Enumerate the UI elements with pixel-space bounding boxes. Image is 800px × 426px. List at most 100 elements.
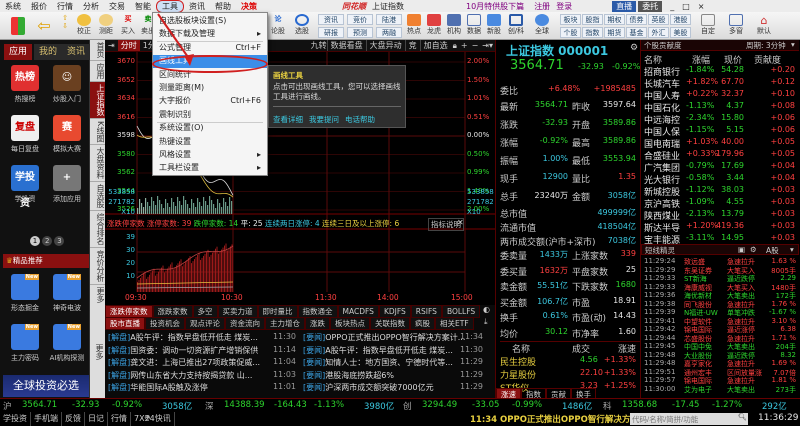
news-tab[interactable]: 主力增仓 [265,317,305,330]
data-button[interactable]: 数据 [464,14,484,38]
spirit-row[interactable]: 11:30:00 艾为电子 大笔卖出 273手 [644,385,799,394]
dragon-tiger-button[interactable]: 龙虎 [424,14,444,38]
contrib-row[interactable]: 招商银行 -1.84% 54.28 +0.20 [644,65,799,78]
bottom-item[interactable]: 反馈 [62,412,85,426]
news-item[interactable]: [解盘]华能国际A股触及涨停 11:01 [108,382,296,393]
tab-intraday[interactable]: 分时 [117,40,140,51]
home-grid-button[interactable] [6,14,30,38]
news-ticker[interactable]: 11:34 OPPO正式推出OPPO智行解决方案计划2025 [470,413,630,425]
stock-picker-button[interactable]: 选股 [290,14,314,38]
lock-icon[interactable]: 🔒︎ [451,41,459,51]
news-tab[interactable]: 涨跌 [305,317,330,330]
index-price[interactable]: 1358.68 [622,400,657,410]
vtab-item[interactable]: 综合排名 [90,211,105,249]
tools-menu-item[interactable]: 热键设置 [153,136,267,149]
index-price[interactable]: 3564.71 [22,400,57,410]
news-item[interactable]: [解盘]A股午评：指数早盘低开低走 煤炭... 11:30 [108,332,296,343]
market-button[interactable]: 期货 [604,27,625,38]
page-2[interactable]: 2 [42,236,53,246]
hk-connect-button[interactable]: 陆港 [376,14,402,25]
tool-market-move[interactable]: 大盘异动 [365,40,405,51]
contrib-row[interactable]: 广汽集团 -0.79% 17.69 +0.04 [644,161,799,174]
news-tab[interactable]: 投资机会 [145,317,185,330]
tools-menu-item[interactable]: 震制识别 [153,109,267,122]
vtab-item[interactable]: 应用 [90,61,105,82]
tool-add-watch[interactable]: 加自选 [419,40,451,51]
tools-menu-item[interactable]: 测量距离(M) [153,82,267,95]
bottom-item[interactable]: 7X24快讯 [131,412,175,426]
vtab-item[interactable]: 上证指数 [90,82,105,119]
market-button[interactable]: 期权 [604,14,625,25]
news-item[interactable]: [要闻]沪深两市成交额突破7000亿元 11:29 [303,382,483,393]
margin-button[interactable]: 两融 [376,27,402,38]
ask-link[interactable]: 我要提问 [309,114,339,125]
promo-banner[interactable]: 全球投资必选 [3,375,89,397]
hotspot-button[interactable]: 热点 [404,14,424,38]
phone-help-link[interactable]: 电话帮助 [345,114,375,125]
news-item[interactable]: [要闻]港股海底捞跌超6% 11:29 [303,370,483,381]
vtab-item[interactable]: 更多 [90,285,105,307]
contrib-row[interactable]: 合盛硅业 +0.33% 179.96 +0.05 [644,149,799,162]
recommend-item[interactable]: New 形态掘金 [5,274,45,313]
toggle-switch[interactable]: ◐ [483,305,490,314]
news-item[interactable]: [要闻]知情人士：地方国资、宁德时代等... 11:29 [303,357,483,368]
back-button[interactable]: ⇦ [34,14,54,38]
app-item[interactable]: ☺ 炒股入门 [47,65,87,104]
tools-menu-item[interactable]: 风格设置 ▸ [153,149,267,162]
news-button[interactable]: 资讯 [318,14,344,25]
vtab-item[interactable]: 大盘资料 [90,145,105,183]
market-button[interactable]: 外汇 [648,27,669,38]
robot-icon[interactable]: 🤖︎ [145,413,150,424]
news-tab[interactable]: 板块热点 [330,317,370,330]
vtab-item[interactable]: 自选股 [90,182,105,212]
speed-row[interactable]: 民生控股 4.56 +1.33% [500,355,640,369]
ipo-button[interactable]: 新股 [484,14,504,38]
search-input[interactable] [630,413,748,425]
bottom-item[interactable]: 手机端 [31,412,62,426]
tools-menu-item[interactable]: 系统设置(O) [153,122,267,135]
app-item[interactable]: 热榜 热搜榜 [5,65,45,104]
contrib-row[interactable]: 新城控股 -1.12% 38.03 +0.03 [644,185,799,198]
custom-button[interactable]: 自定 [696,14,720,38]
market-button[interactable]: 板块 [560,14,581,25]
bottom-item[interactable]: 学投资 [0,412,31,426]
calibrate-button[interactable]: 校正 [74,14,94,38]
page-3[interactable]: 3 [54,236,65,246]
market-button[interactable]: 港股 [670,14,691,25]
recommend-item[interactable]: New AI机构探测 [47,324,87,363]
search-icon[interactable]: 🔍︎ [738,413,747,421]
plus-icon[interactable]: + [459,41,470,50]
forecast-button[interactable]: 预测 [347,27,373,38]
research-button[interactable]: 研报 [318,27,344,38]
menu-help[interactable]: 帮助 [210,1,236,12]
market-button[interactable]: 债券 [626,14,647,25]
menu-trade[interactable]: 交易 [104,1,130,12]
settings-gear-icon[interactable]: ⚙ [630,43,638,53]
vtab-item[interactable]: 竞价分析 [90,248,105,286]
vtab-item[interactable]: 首页 [90,40,105,61]
up-down-button[interactable]: ⇧ ⇩ [58,14,72,38]
close-button[interactable]: × [698,2,705,11]
vtab-item[interactable]: K线图 [90,119,105,146]
news-item[interactable]: [要闻]OPPO正式推出OPPO智行解决方案计... 11:34 [303,332,483,343]
market-button[interactable]: 指数 [582,27,603,38]
minus-icon[interactable]: − [470,41,481,50]
gear-icon[interactable]: ⚙ [750,245,757,254]
app-item[interactable]: + 添加应用 [47,165,87,204]
global-button[interactable]: 全球 [530,14,554,38]
download-icon[interactable]: ⤓ [484,317,488,327]
news-tab[interactable]: 资金流向 [225,317,265,330]
menu-quote[interactable]: 报价 [26,1,52,12]
contrib-row[interactable]: 国电南瑞 +1.03% 40.00 +0.05 [644,137,799,150]
news-item[interactable]: [要闻]A股午评：指数早盘低开低走 煤炭... 11:30 [303,345,483,356]
news-item[interactable]: [解盘]网传山东省大力支持按揭贷款 山... 11:03 [108,370,296,381]
market-button[interactable]: 股指 [582,14,603,25]
more-tab[interactable]: 更多 [90,305,105,398]
menu-analysis[interactable]: 分析 [78,1,104,12]
recommend-item[interactable]: New 神奇电波 [47,274,87,313]
chinext-button[interactable]: 创/科 [504,14,528,38]
app-item[interactable]: 赛模拟大赛 [47,115,87,154]
tools-menu-item[interactable]: 工具栏设置 ▸ [153,162,267,175]
market-button[interactable]: 个股 [560,27,581,38]
contrib-row[interactable]: 光大银行 -0.58% 3.44 +0.04 [644,173,799,186]
